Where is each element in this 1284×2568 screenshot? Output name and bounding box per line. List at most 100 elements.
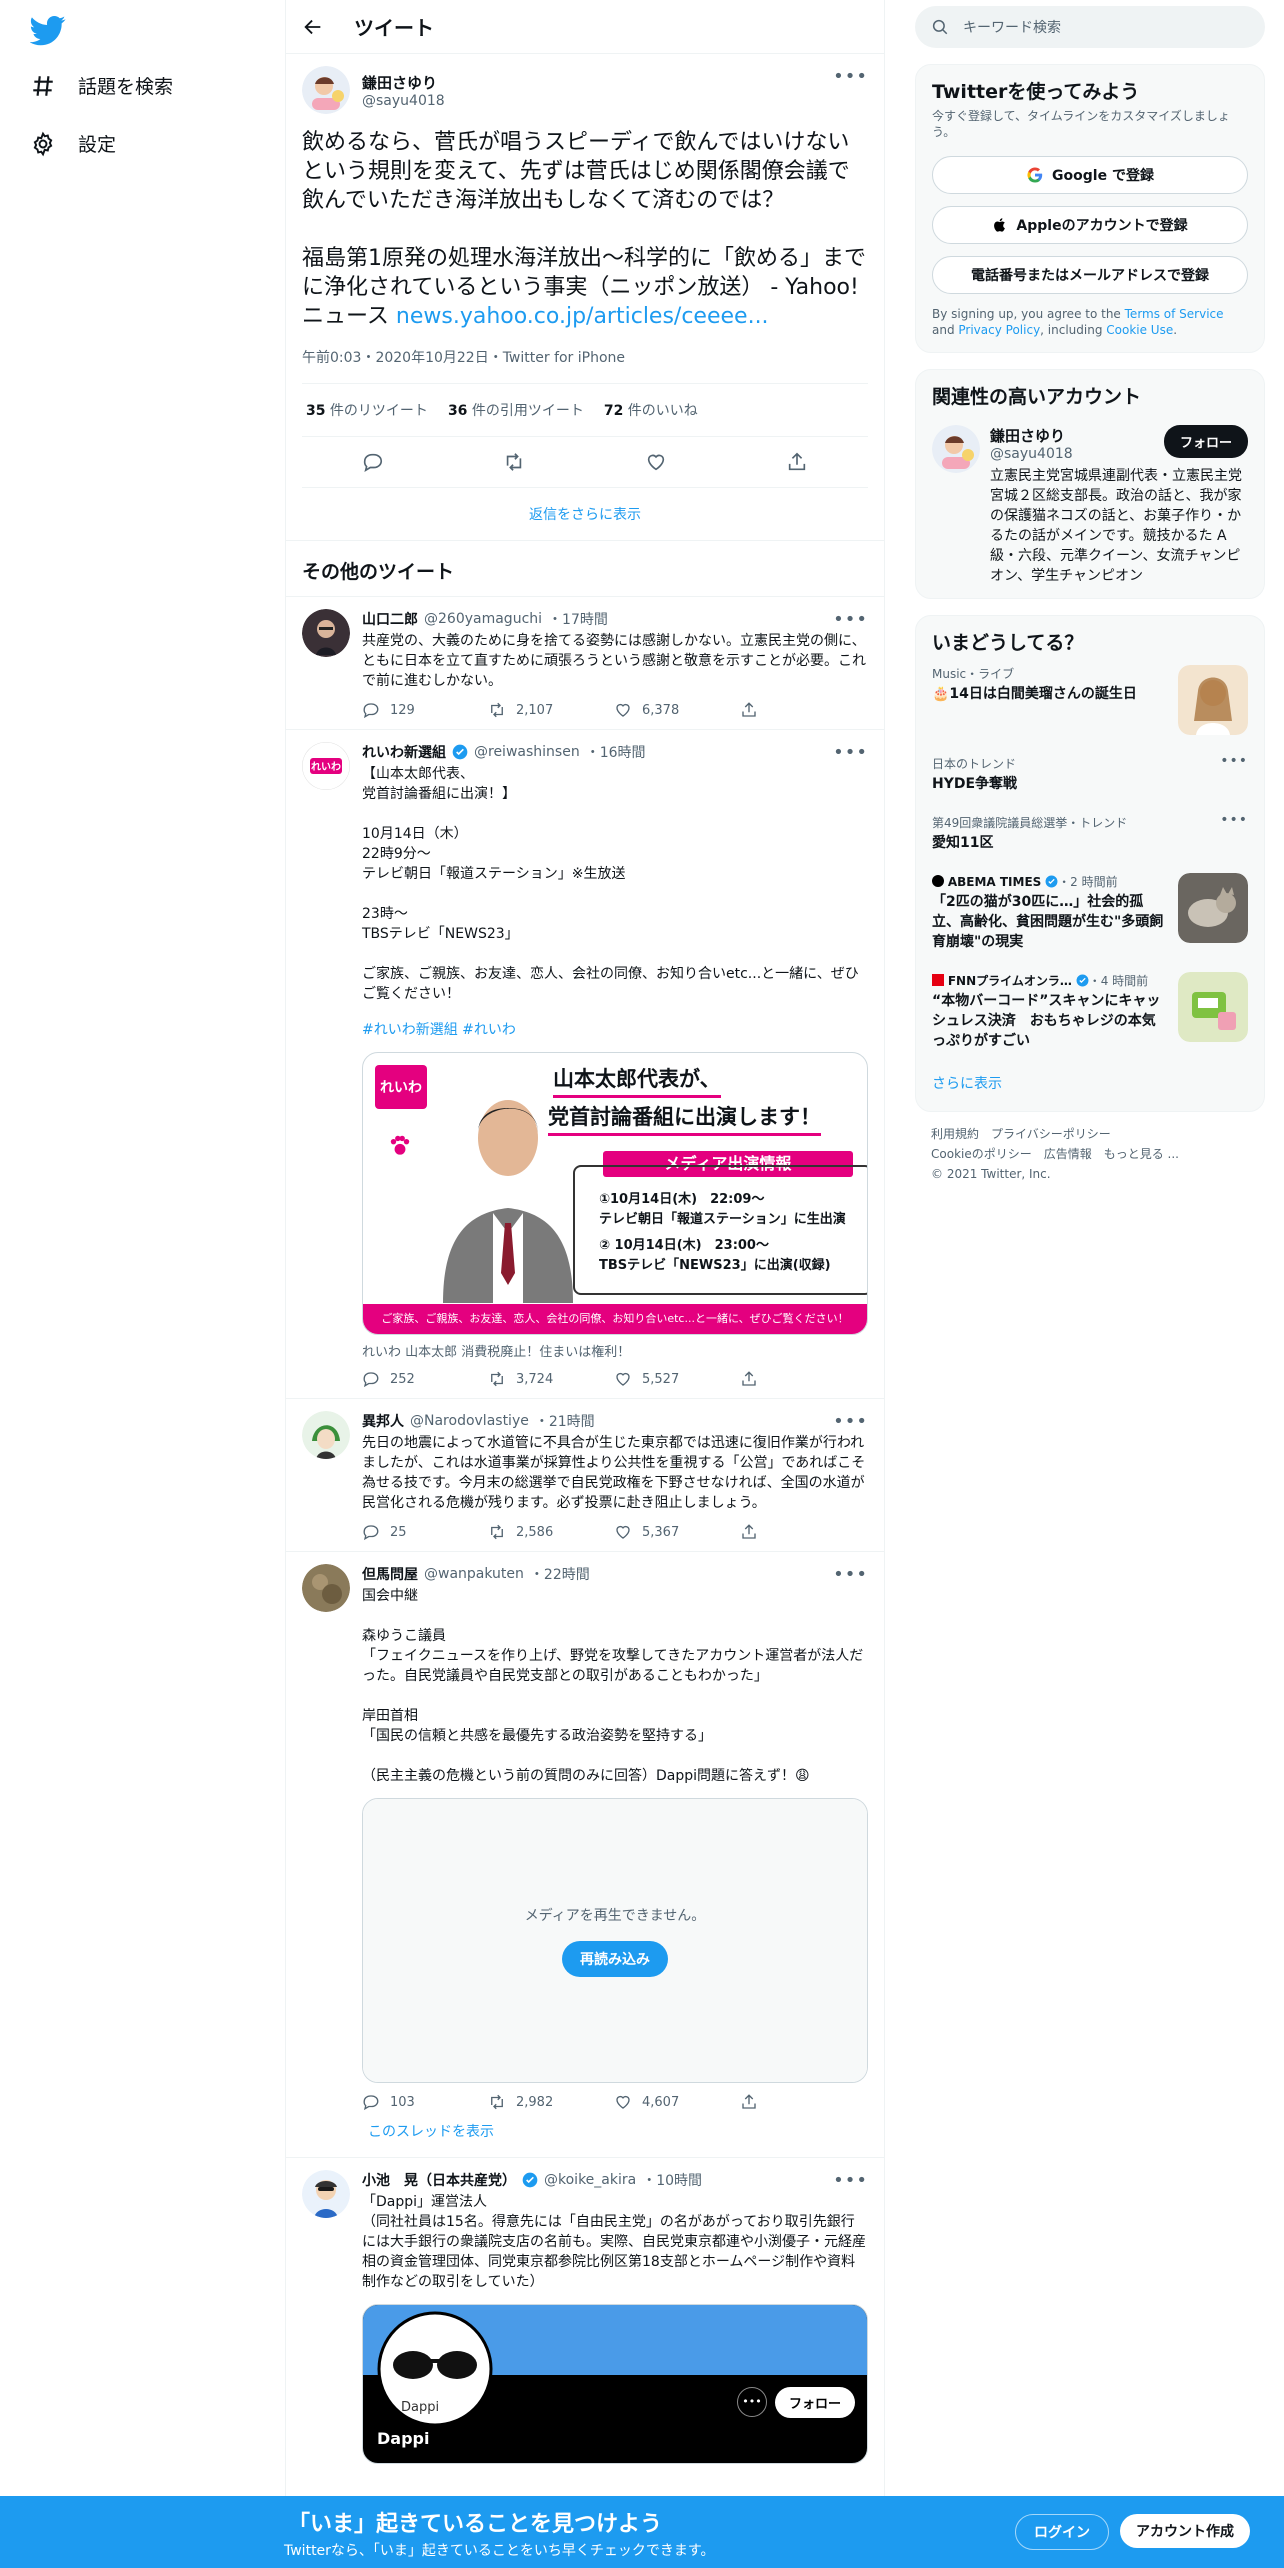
tweet-text: 国会中継 森ゆうこ議員 「フェイクニュースを作り上げ、野党を攻撃してきたアカウン… — [362, 1588, 864, 1784]
more-options-icon[interactable]: ••• — [1220, 812, 1248, 828]
hashtags[interactable]: #れいわ新選組 #れいわ — [362, 1020, 868, 1040]
author-handle[interactable]: @reiwashinsen — [474, 744, 580, 760]
trend-item[interactable]: FNNプライムオンラ… ・4 時間前 “本物バーコード”スキャンにキャッシュレス決… — [932, 962, 1248, 1061]
search-box[interactable]: キーワード検索 — [915, 6, 1265, 48]
avatar[interactable]: れいわ — [302, 742, 350, 790]
share-button[interactable] — [740, 2093, 866, 2111]
share-icon[interactable] — [786, 451, 808, 473]
footer-line-1[interactable]: 利用規約 プライバシーポリシー — [931, 1124, 1265, 1144]
trend-item[interactable]: ABEMA TIMES ・2 時間前 「2匹の猫が30匹に…」社会的孤立、高齢化、… — [932, 863, 1248, 962]
retweet-button[interactable]: 2,982 — [488, 2093, 614, 2111]
more-options-icon[interactable]: ••• — [833, 1411, 868, 1432]
back-arrow-icon[interactable] — [302, 16, 324, 38]
author-handle[interactable]: @koike_akira — [544, 2172, 636, 2188]
like-button[interactable]: 6,378 — [614, 701, 740, 719]
like-count[interactable]: 72 件のいいね — [604, 400, 698, 420]
apple-signup-button[interactable]: Appleのアカウントで登録 — [932, 206, 1248, 244]
verified-badge-icon — [522, 2172, 538, 2188]
follow-button[interactable]: フォロー — [775, 2387, 856, 2418]
trend-item[interactable]: 日本のトレンド HYDE争奪戦 ••• — [932, 745, 1248, 804]
show-thread-link[interactable]: このスレッドを表示 — [286, 2121, 884, 2158]
reload-button[interactable]: 再読み込み — [562, 1940, 668, 1977]
tweet-image[interactable]: れいわ 山本太郎代表が、 党首討論番組に出演します！ メディア出演情報 ①10月… — [362, 1052, 868, 1335]
more-options-icon[interactable]: ••• — [833, 742, 868, 763]
retweet-count[interactable]: 35 件のリツイート — [306, 400, 428, 420]
author-handle[interactable]: @260yamaguchi — [424, 611, 542, 627]
more-options-icon[interactable]: ••• — [833, 2170, 868, 2191]
tweet-time[interactable]: ・17時間 — [548, 609, 608, 629]
more-options-icon[interactable]: ••• — [1220, 753, 1248, 769]
avatar[interactable] — [302, 609, 350, 657]
tweet-time[interactable]: ・22時間 — [530, 1564, 590, 1584]
author-handle[interactable]: @sayu4018 — [362, 93, 445, 109]
author-name[interactable]: 鎌田さゆり — [362, 72, 445, 93]
reply-count: 25 — [390, 1524, 407, 1540]
trend-item[interactable]: Music・ライブ 🎂14日は白間美瑠さんの誕生日 — [932, 655, 1248, 745]
tweet-timestamp[interactable]: 午前0:03・2020年10月22日・Twitter for iPhone — [302, 347, 868, 384]
reply-button[interactable]: 129 — [362, 701, 488, 719]
like-button[interactable]: 4,607 — [614, 2093, 740, 2111]
cookie-use-link[interactable]: Cookie Use — [1106, 323, 1173, 337]
tweet-image[interactable]: Dappi ••• フォロー Dappi — [362, 2304, 868, 2464]
retweet-number: 35 — [306, 403, 326, 419]
share-button[interactable] — [740, 1523, 866, 1541]
create-account-button[interactable]: アカウント作成 — [1120, 2514, 1250, 2548]
list-item[interactable]: れいわ れいわ新選組 @reiwashinsen ・16時間 ••• 【山本太郎代表、… — [286, 730, 884, 1399]
show-more-replies[interactable]: 返信をさらに表示 — [286, 488, 884, 541]
author-handle[interactable]: @Narodovlastiye — [410, 1413, 529, 1429]
terms-of-service-link[interactable]: Terms of Service — [1125, 307, 1224, 321]
avatar[interactable] — [932, 425, 980, 473]
avatar[interactable] — [302, 1564, 350, 1612]
trend-item[interactable]: 第49回衆議院議員総選挙・トレンド 愛知11区 ••• — [932, 804, 1248, 863]
copyright: © 2021 Twitter, Inc. — [931, 1167, 1051, 1181]
search-input[interactable]: キーワード検索 — [963, 17, 1061, 37]
author-name[interactable]: 異邦人 — [362, 1411, 404, 1431]
quote-count[interactable]: 36 件の引用ツイート — [448, 400, 584, 420]
phone-email-signup-button[interactable]: 電話番号またはメールアドレスで登録 — [932, 256, 1248, 294]
reply-button[interactable]: 103 — [362, 2093, 488, 2111]
like-icon[interactable] — [645, 451, 667, 473]
reply-button[interactable]: 252 — [362, 1370, 488, 1388]
google-icon — [1027, 167, 1043, 183]
more-options-icon[interactable]: ••• — [833, 1564, 868, 1585]
login-button[interactable]: ログイン — [1015, 2514, 1109, 2550]
list-item[interactable]: 山口二郎 @260yamaguchi ・17時間 ••• 共産党の、大義のために身を捨… — [286, 597, 884, 730]
list-item[interactable]: 異邦人 @Narodovlastiye ・21時間 ••• 先日の地震によって水道管に… — [286, 1399, 884, 1552]
nav-settings[interactable]: 設定 — [30, 130, 116, 157]
like-button[interactable]: 5,527 — [614, 1370, 740, 1388]
more-options-icon[interactable]: ••• — [833, 66, 868, 87]
retweet-button[interactable]: 3,724 — [488, 1370, 614, 1388]
tweet-link[interactable]: news.yahoo.co.jp/articles/ceeee... — [396, 304, 769, 329]
tweet-time[interactable]: ・21時間 — [535, 1411, 595, 1431]
share-button[interactable] — [740, 701, 866, 719]
retweet-button[interactable]: 2,107 — [488, 701, 614, 719]
twitter-logo-icon[interactable] — [30, 12, 66, 48]
avatar[interactable] — [302, 2170, 350, 2218]
tweet-time[interactable]: ・16時間 — [586, 742, 646, 762]
author-name[interactable]: 但馬問屋 — [362, 1564, 418, 1584]
footer-line-2[interactable]: Cookieのポリシー 広告情報 もっと見る ... — [931, 1144, 1265, 1164]
retweet-icon[interactable] — [503, 451, 525, 473]
author-handle[interactable]: @wanpakuten — [424, 1566, 524, 1582]
more-options-icon[interactable]: ••• — [833, 609, 868, 630]
reply-icon[interactable] — [362, 451, 384, 473]
google-signup-button[interactable]: Google で登録 — [932, 156, 1248, 194]
author-name[interactable]: 小池 晃（日本共産党） — [362, 2170, 516, 2190]
privacy-policy-link[interactable]: Privacy Policy — [958, 323, 1040, 337]
share-button[interactable] — [740, 1370, 866, 1388]
related-account[interactable]: 鎌田さゆり @sayu4018 立憲民主党宮城県連副代表・立憲民主党宮城２区総支… — [932, 425, 1248, 586]
tweet-time[interactable]: ・10時間 — [642, 2170, 702, 2190]
avatar[interactable] — [302, 66, 350, 114]
nav-explore[interactable]: 話題を検索 — [30, 72, 173, 99]
list-item[interactable]: 但馬問屋 @wanpakuten ・22時間 ••• 国会中継 森ゆうこ議員 「フェイ… — [286, 1552, 884, 2121]
reply-button[interactable]: 25 — [362, 1523, 488, 1541]
avatar[interactable] — [302, 1411, 350, 1459]
show-more-trends[interactable]: さらに表示 — [932, 1061, 1248, 1099]
author-name[interactable]: 山口二郎 — [362, 609, 418, 629]
follow-button[interactable]: フォロー — [1163, 425, 1248, 458]
more-options-icon[interactable]: ••• — [737, 2387, 767, 2417]
retweet-button[interactable]: 2,586 — [488, 1523, 614, 1541]
list-item[interactable]: 小池 晃（日本共産党） @koike_akira ・10時間 ••• 「Dappi」運… — [286, 2158, 884, 2474]
author-name[interactable]: れいわ新選組 — [362, 742, 446, 762]
like-button[interactable]: 5,367 — [614, 1523, 740, 1541]
